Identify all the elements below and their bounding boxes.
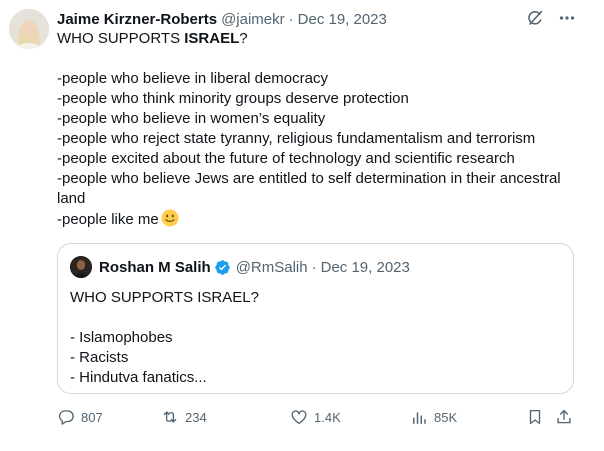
avatar[interactable] <box>9 9 49 49</box>
quoted-line: - Racists <box>70 349 129 366</box>
grok-icon[interactable] <box>526 9 544 27</box>
views-button[interactable]: 85K <box>410 408 457 426</box>
quoted-timestamp: Dec 19, 2023 <box>320 258 410 276</box>
bookmark-icon <box>526 408 544 426</box>
quoted-avatar <box>70 256 92 278</box>
quoted-author-name: Roshan M Salih <box>99 258 211 276</box>
quoted-tweet-header: Roshan M Salih @RmSalih · Dec 19, 2023 <box>70 256 410 278</box>
reply-button[interactable]: 807 <box>57 408 103 426</box>
like-icon <box>290 408 308 426</box>
quoted-line: - Islamophobes <box>70 329 173 346</box>
author-name[interactable]: Jaime Kirzner-Roberts <box>57 11 217 28</box>
separator: · <box>311 258 317 276</box>
tweet-line: -people like me <box>57 211 159 228</box>
tweet-text: WHO SUPPORTS ISRAEL? -people who believe… <box>57 29 577 230</box>
tweet-line: -people who think minority groups deserv… <box>57 90 409 107</box>
verified-badge-icon <box>214 259 231 276</box>
like-count: 1.4K <box>314 409 341 425</box>
top-right-actions <box>526 9 576 27</box>
bookmark-button[interactable] <box>526 408 544 426</box>
tweet-line: -people who reject state tyranny, religi… <box>57 130 536 147</box>
share-button[interactable] <box>555 408 573 426</box>
more-icon[interactable] <box>558 9 576 27</box>
tweet-line: -people excited about the future of tech… <box>57 150 515 167</box>
reply-icon <box>57 408 75 426</box>
tweet-line: -people who believe in women’s equality <box>57 110 326 127</box>
repost-icon <box>161 408 179 426</box>
quoted-title: WHO SUPPORTS ISRAEL? <box>70 289 259 306</box>
view-count: 85K <box>434 409 458 425</box>
reply-count: 807 <box>81 409 103 425</box>
quoted-tweet[interactable]: Roshan M Salih @RmSalih · Dec 19, 2023 W… <box>57 243 574 394</box>
tweet-line: -people who believe in liberal democracy <box>57 70 328 87</box>
tweet-line: -people who believe Jews are entitled to… <box>57 170 561 207</box>
views-icon <box>410 408 428 426</box>
heading-end: ? <box>239 30 248 47</box>
like-button[interactable]: 1.4K <box>290 408 341 426</box>
smiling-face-emoji-icon <box>161 209 179 227</box>
quoted-author-handle: @RmSalih <box>235 258 308 276</box>
quoted-line: - Hindutva fanatics... <box>70 369 207 386</box>
tweet: Jaime Kirzner-Roberts @jaimekr · Dec 19,… <box>0 0 604 451</box>
author-handle[interactable]: @jaimekr <box>221 11 285 28</box>
tweet-text-heading: WHO SUPPORTS ISRAEL? <box>57 29 577 49</box>
tweet-header: Jaime Kirzner-Roberts @jaimekr · Dec 19,… <box>57 9 387 29</box>
timestamp[interactable]: Dec 19, 2023 <box>298 11 387 28</box>
repost-button[interactable]: 234 <box>161 408 207 426</box>
heading-bold: ISRAEL <box>184 30 240 47</box>
share-icon <box>555 408 573 426</box>
quoted-tweet-text: WHO SUPPORTS ISRAEL? - Islamophobes - Ra… <box>70 288 259 388</box>
heading-start: WHO SUPPORTS <box>57 30 185 47</box>
separator: · <box>288 10 294 28</box>
repost-count: 234 <box>185 409 207 425</box>
action-bar: 807 234 1.4K 85K <box>57 408 577 428</box>
tweet-line-last: -people like me <box>57 209 577 230</box>
